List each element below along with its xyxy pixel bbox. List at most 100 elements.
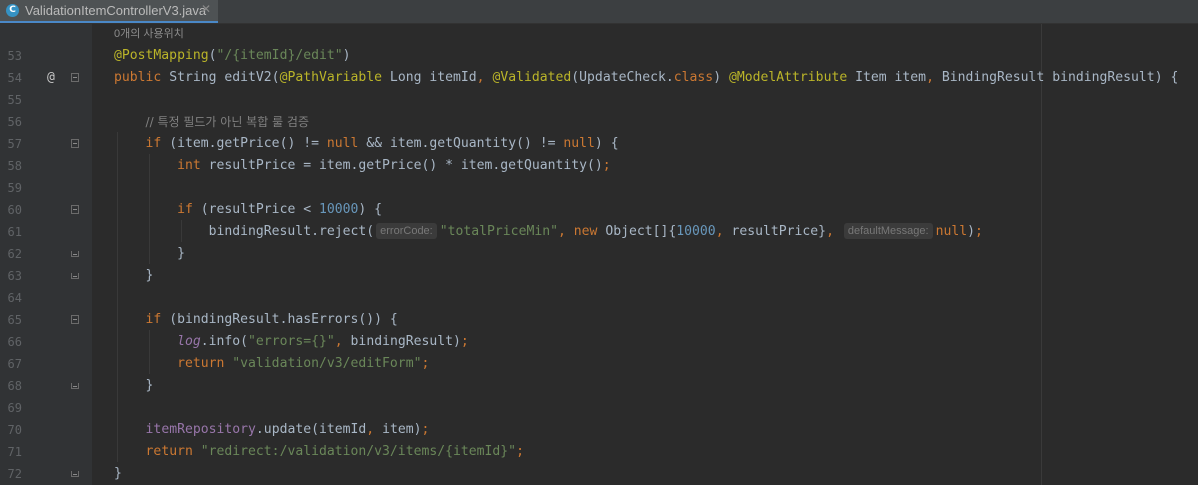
code-line[interactable]: 65 if (bindingResult.hasErrors()) {	[0, 309, 1198, 331]
code-token: Long itemId	[382, 70, 477, 85]
file-tab[interactable]: C ValidationItemControllerV3.java ✕	[0, 0, 218, 23]
code-text[interactable]: }	[114, 265, 154, 287]
code-text[interactable]: return "validation/v3/editForm";	[114, 353, 429, 375]
code-line[interactable]: 72}	[0, 463, 1198, 485]
code-token: log	[177, 334, 201, 349]
line-number[interactable]: 68	[0, 375, 22, 397]
code-text[interactable]: if (item.getPrice() != null && item.getQ…	[114, 133, 619, 155]
code-token: ) {	[594, 136, 619, 151]
code-line[interactable]: 54 @ public String editV2(@PathVariable Lo…	[0, 67, 1198, 89]
line-number[interactable]: 62	[0, 243, 22, 265]
code-token: Object[]{	[605, 224, 677, 239]
code-token: new	[573, 224, 606, 239]
code-line[interactable]: 62 }	[0, 243, 1198, 265]
code-text[interactable]: if (resultPrice < 10000) {	[114, 199, 382, 221]
line-number[interactable]: 56	[0, 111, 22, 133]
line-number[interactable]: 65	[0, 309, 22, 331]
code-token: resultPrice}	[731, 224, 827, 239]
fold-toggle-icon[interactable]	[71, 251, 79, 257]
code-line[interactable]: 56 // 특정 필드가 아닌 복합 룰 검증	[0, 111, 1198, 133]
code-line[interactable]: 70 itemRepository.update(itemId, item);	[0, 419, 1198, 441]
code-token: ,	[826, 224, 842, 239]
code-line[interactable]: 59	[0, 177, 1198, 199]
code-token: 10000	[318, 202, 359, 217]
code-line[interactable]: 60 if (resultPrice < 10000) {	[0, 199, 1198, 221]
line-number[interactable]: 60	[0, 199, 22, 221]
code-text[interactable]: log.info("errors={}", bindingResult);	[114, 331, 469, 353]
code-token: && item.getQuantity() !=	[366, 136, 564, 151]
fold-toggle-icon[interactable]	[71, 73, 79, 82]
code-token: if	[145, 136, 170, 151]
code-text[interactable]: itemRepository.update(itemId, item);	[114, 419, 430, 441]
line-number[interactable]: 64	[0, 287, 22, 309]
fold-toggle-icon[interactable]	[71, 205, 79, 214]
line-number[interactable]: 54	[0, 67, 22, 89]
line-number[interactable]: 58	[0, 155, 22, 177]
code-line[interactable]: 55	[0, 89, 1198, 111]
line-number[interactable]: 55	[0, 89, 22, 111]
code-token: }	[114, 378, 154, 393]
line-number[interactable]: 66	[0, 331, 22, 353]
code-line[interactable]: 64	[0, 287, 1198, 309]
code-text[interactable]: if (bindingResult.hasErrors()) {	[114, 309, 398, 331]
code-text[interactable]: }	[114, 243, 185, 265]
code-text[interactable]: }	[114, 375, 154, 397]
line-number[interactable]: 70	[0, 419, 22, 441]
fold-toggle-icon[interactable]	[71, 471, 79, 477]
line-number[interactable]: 67	[0, 353, 22, 375]
code-line[interactable]: 66 log.info("errors={}", bindingResult);	[0, 331, 1198, 353]
line-number[interactable]: 72	[0, 463, 22, 485]
code-token: (item.getPrice() !=	[169, 136, 327, 151]
line-number[interactable]: 53	[0, 45, 22, 67]
line-number[interactable]: 71	[0, 441, 22, 463]
code-token: @Validated	[492, 70, 572, 85]
code-line[interactable]: 57 if (item.getPrice() != null && item.g…	[0, 133, 1198, 155]
java-class-icon: C	[6, 4, 19, 17]
code-token: ;	[975, 224, 983, 239]
line-number[interactable]: 61	[0, 221, 22, 243]
fold-toggle-icon[interactable]	[71, 139, 79, 148]
line-number[interactable]: 69	[0, 397, 22, 419]
code-line[interactable]: 69	[0, 397, 1198, 419]
code-token: return	[145, 444, 201, 459]
close-icon[interactable]: ✕	[201, 2, 211, 16]
code-text[interactable]: public String editV2(@PathVariable Long …	[114, 67, 1178, 89]
override-marker-icon[interactable]: @	[47, 67, 55, 89]
line-number[interactable]: 63	[0, 265, 22, 287]
code-line[interactable]: 53 @PostMapping("/{itemId}/edit")	[0, 45, 1198, 67]
line-number[interactable]: 57	[0, 133, 22, 155]
fold-toggle-icon[interactable]	[71, 315, 79, 324]
code-text[interactable]: // 특정 필드가 아닌 복합 룰 검증	[114, 111, 309, 134]
code-token: null	[326, 136, 367, 151]
code-token: ;	[602, 158, 611, 173]
code-text[interactable]: bindingResult.reject(errorCode: "totalPri…	[114, 221, 983, 243]
code-line[interactable]: 61 bindingResult.reject(errorCode: "total…	[0, 221, 1198, 243]
code-token: ,	[557, 224, 574, 239]
parameter-hint: errorCode:	[376, 223, 437, 239]
code-token: ;	[460, 334, 469, 349]
code-line[interactable]: 71 return "redirect:/validation/v3/items…	[0, 441, 1198, 463]
code-text[interactable]: return "redirect:/validation/v3/items/{i…	[114, 441, 524, 463]
code-line[interactable]: 63 }	[0, 265, 1198, 287]
code-token: "totalPriceMin"	[439, 224, 558, 239]
line-number[interactable]: 59	[0, 177, 22, 199]
code-token: "errors={}"	[248, 334, 335, 349]
code-token: item)	[382, 422, 422, 437]
code-line[interactable]: 67 return "validation/v3/editForm";	[0, 353, 1198, 375]
code-line[interactable]: 58 int resultPrice = item.getPrice() * i…	[0, 155, 1198, 177]
code-token: @PostMapping	[114, 48, 209, 63]
code-text[interactable]: int resultPrice = item.getPrice() * item…	[114, 155, 611, 177]
code-token: "validation/v3/editForm"	[232, 356, 422, 371]
code-text[interactable]: @PostMapping("/{itemId}/edit")	[114, 45, 351, 67]
fold-toggle-icon[interactable]	[71, 383, 79, 389]
code-text[interactable]: }	[114, 463, 122, 485]
file-tab-label: ValidationItemControllerV3.java	[25, 3, 207, 18]
usage-count-hint[interactable]: 0개의 사용위치	[114, 24, 184, 44]
code-line[interactable]: 68 }	[0, 375, 1198, 397]
fold-toggle-icon[interactable]	[71, 273, 79, 279]
